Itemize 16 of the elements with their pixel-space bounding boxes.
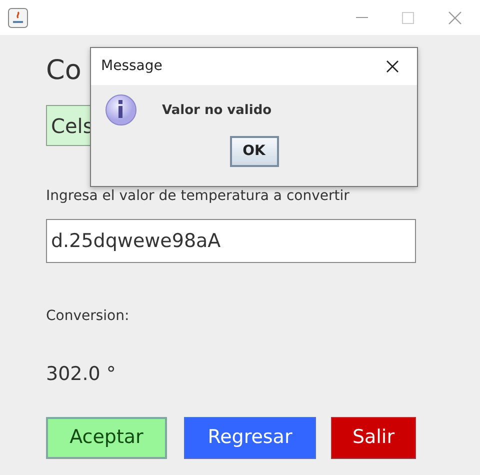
conversion-label: Conversion: (46, 308, 130, 324)
maximize-icon[interactable] (402, 12, 414, 24)
java-app-icon (8, 8, 28, 28)
close-icon[interactable] (386, 60, 399, 73)
dialog-title: Message (101, 57, 162, 76)
heading: Co (46, 55, 82, 86)
info-icon (105, 94, 138, 128)
dialog-message: Valor no valido (162, 102, 272, 120)
result-value: 302.0 ° (46, 363, 116, 385)
accept-button[interactable]: Aceptar (46, 416, 167, 458)
temperature-input-field[interactable]: d.25dqwewe98aA (46, 219, 416, 263)
input-label: Ingresa el valor de temperatura a convertir (46, 188, 350, 204)
exit-button[interactable]: Salir (331, 416, 416, 458)
ok-button[interactable]: OK (230, 136, 278, 167)
minimize-icon[interactable] (356, 16, 368, 18)
back-button[interactable]: Regresar (184, 416, 316, 458)
